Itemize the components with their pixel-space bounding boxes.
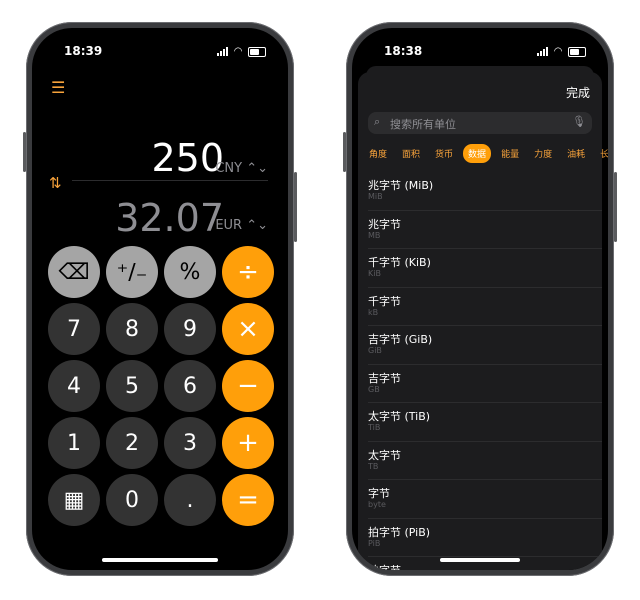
one-key[interactable]: 1 — [48, 417, 100, 469]
unit-list-item[interactable]: 太字节 TB — [368, 442, 602, 480]
unit-name: 兆字节 — [368, 217, 401, 231]
unit-abbreviation: GB — [368, 384, 380, 394]
tab-category[interactable]: 角度 — [364, 144, 392, 163]
zero-key[interactable]: 0 — [106, 474, 158, 526]
three-key[interactable]: 3 — [164, 417, 216, 469]
unit-abbreviation: KiB — [368, 269, 381, 278]
backspace-key[interactable]: ⌫ — [48, 246, 100, 298]
decimal-key[interactable]: . — [164, 474, 216, 526]
five-key[interactable]: 5 — [106, 360, 158, 412]
unit-name: 千字节 (KiB) — [368, 256, 431, 269]
unit-list-item[interactable]: 千字节 kB — [368, 288, 602, 326]
cellular-signal-icon — [217, 47, 229, 56]
status-time: 18:38 — [384, 44, 423, 58]
unit-abbreviation: PiB — [368, 538, 381, 548]
right-phone-frame: 18:38 ◠ 完成 ⌕ 搜索所有单位 🎙︎ 角度面积货币数据能量力度油耗长度 … — [343, 22, 617, 576]
tab-category[interactable]: 面积 — [397, 144, 425, 163]
home-indicator[interactable] — [440, 558, 520, 562]
source-currency-selector[interactable]: CNY ⌃⌄ — [215, 161, 268, 176]
plus-minus-key[interactable]: ⁺∕₋ — [106, 246, 158, 298]
unit-list-item[interactable]: 吉字节 (GiB) GiB — [368, 326, 602, 365]
status-bar: 18:39 ◠ — [32, 40, 288, 76]
category-tabs: 角度面积货币数据能量力度油耗长度 — [364, 144, 608, 163]
tab-category[interactable]: 能量 — [496, 144, 524, 163]
home-indicator[interactable] — [102, 558, 218, 562]
microphone-icon[interactable]: 🎙︎ — [572, 115, 586, 128]
tab-category[interactable]: 长度 — [595, 144, 608, 163]
search-icon: ⌕ — [374, 115, 381, 128]
battery-icon — [568, 46, 586, 57]
unit-sheet: 完成 ⌕ 搜索所有单位 🎙︎ 角度面积货币数据能量力度油耗长度 兆字节 (MiB… — [358, 72, 608, 570]
tab-category[interactable]: 油耗 — [562, 144, 590, 163]
unit-list-item[interactable]: 拍字节 (PiB) PiB — [368, 519, 602, 557]
unit-name: 拍字节 — [368, 562, 401, 570]
two-key[interactable]: 2 — [106, 417, 158, 469]
status-time: 18:39 — [64, 44, 103, 58]
minus-key[interactable]: − — [222, 360, 274, 412]
wifi-icon: ◠ — [554, 46, 562, 57]
unit-abbreviation: TB — [368, 461, 379, 471]
unit-list-item[interactable]: 千字节 (KiB) KiB — [368, 249, 602, 288]
target-currency-selector[interactable]: EUR ⌃⌄ — [215, 218, 268, 233]
converted-amount: 32.07 — [115, 196, 224, 240]
unit-abbreviation: MiB — [368, 192, 383, 201]
unit-name: 太字节 — [368, 448, 401, 462]
source-amount: 250 — [151, 136, 224, 180]
divide-key[interactable]: ÷ — [222, 246, 274, 298]
left-phone-frame: 18:39 ◠ ☰ 250 CNY ⌃⌄ ⇅ 32.07 EUR ⌃⌄ ⌫ ⁺∕₋… — [23, 22, 297, 576]
status-icons: ◠ — [537, 46, 586, 57]
dynamic-island — [115, 50, 205, 76]
calculator-screen: 18:39 ◠ ☰ 250 CNY ⌃⌄ ⇅ 32.07 EUR ⌃⌄ ⌫ ⁺∕₋… — [32, 28, 288, 570]
plus-key[interactable]: + — [222, 417, 274, 469]
nine-key[interactable]: 9 — [164, 303, 216, 355]
unit-abbreviation: kB — [368, 307, 379, 317]
list-menu-icon[interactable]: ☰ — [51, 78, 65, 97]
unit-name: 拍字节 (PiB) — [368, 525, 431, 539]
six-key[interactable]: 6 — [164, 360, 216, 412]
unit-picker-screen: 18:38 ◠ 完成 ⌕ 搜索所有单位 🎙︎ 角度面积货币数据能量力度油耗长度 … — [352, 28, 608, 570]
cellular-signal-icon — [537, 47, 549, 56]
done-button[interactable]: 完成 — [566, 84, 590, 101]
eight-key[interactable]: 8 — [106, 303, 158, 355]
battery-icon — [248, 46, 266, 57]
percent-key[interactable]: % — [164, 246, 216, 298]
unit-abbreviation: MB — [368, 230, 381, 240]
status-bar: 18:38 ◠ — [352, 40, 608, 76]
unit-list-item[interactable]: 字节 byte — [368, 480, 602, 519]
unit-list-item[interactable]: 兆字节 MB — [368, 211, 602, 249]
unit-list-item[interactable]: 太字节 (TiB) TiB — [368, 403, 602, 442]
search-placeholder: 搜索所有单位 — [390, 118, 456, 131]
seven-key[interactable]: 7 — [48, 303, 100, 355]
unit-name: 千字节 — [368, 294, 401, 308]
unit-name: 吉字节 — [368, 371, 401, 385]
tab-category[interactable]: 货币 — [430, 144, 458, 163]
multiply-key[interactable]: × — [222, 303, 274, 355]
unit-name: 字节 — [368, 487, 390, 500]
unit-name: 兆字节 (MiB) — [368, 179, 434, 192]
unit-list: 兆字节 (MiB) MiB 兆字节 MB 千字节 (KiB) KiB 千字节 kB 吉字节 (G… — [358, 172, 602, 570]
calculator-mode-key[interactable]: ▦ — [48, 474, 100, 526]
swap-currencies-icon[interactable]: ⇅ — [49, 174, 62, 192]
status-icons: ◠ — [217, 46, 266, 57]
unit-list-item[interactable]: 吉字节 GB — [368, 365, 602, 403]
tab-category[interactable]: 力度 — [529, 144, 557, 163]
unit-abbreviation: byte — [368, 500, 386, 509]
unit-name: 吉字节 (GiB) — [368, 333, 433, 346]
keypad: ⌫ ⁺∕₋% ÷ 7 8 9 × 4 5 6− 1 2 3 + ▦ 0. = — [48, 246, 274, 526]
equals-key[interactable]: = — [222, 474, 274, 526]
unit-abbreviation: TiB — [368, 423, 381, 432]
search-field[interactable]: ⌕ 搜索所有单位 🎙︎ — [368, 112, 592, 134]
four-key[interactable]: 4 — [48, 360, 100, 412]
divider — [72, 180, 268, 181]
tab-category[interactable]: 数据 — [463, 144, 492, 163]
wifi-icon: ◠ — [234, 46, 242, 57]
unit-list-item[interactable]: 兆字节 (MiB) MiB — [368, 172, 602, 211]
unit-name: 太字节 (TiB) — [368, 410, 431, 423]
unit-abbreviation: GiB — [368, 346, 382, 355]
